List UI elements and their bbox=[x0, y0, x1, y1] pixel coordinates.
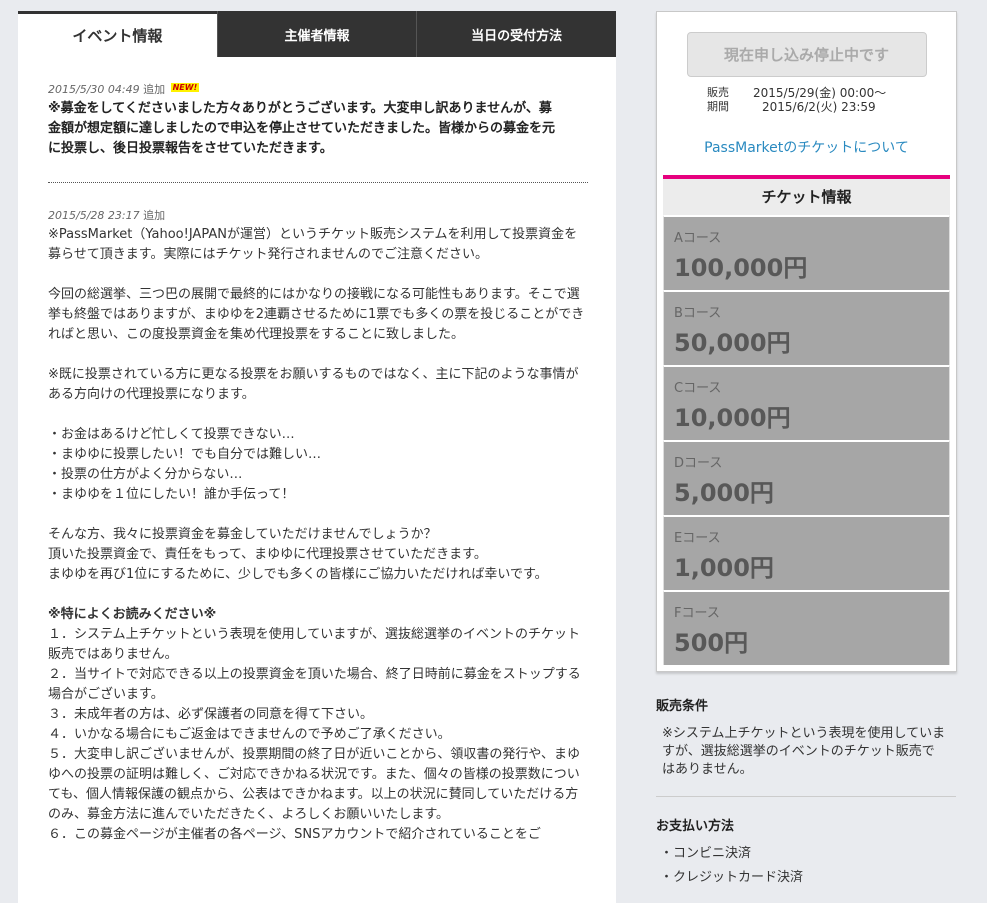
update-notice: ※募金をしてくださいました方々ありがとうございます。大変申し訳ありませんが、募金… bbox=[48, 101, 556, 156]
tab-bar: イベント情報 主催者情報 当日の受付方法 bbox=[18, 11, 616, 57]
course-card: Cコース 10,000円 bbox=[663, 365, 950, 440]
period-start: 2015/5/29(金) 00:00～ bbox=[753, 86, 887, 100]
note-item: ４．いかなる場合にもご返金はできませんので予めご了承ください。 bbox=[48, 727, 451, 742]
note-item: ５．大変申し訳ございませんが、投票期間の終了日が近いことから、領収書の発行や、ま… bbox=[48, 747, 580, 822]
post-body: ※PassMarket（Yahoo!JAPANが運営）というチケット販売システム… bbox=[48, 225, 588, 845]
sales-conditions-title: 販売条件 bbox=[656, 699, 709, 714]
paragraph: ※PassMarket（Yahoo!JAPANが運営）というチケット販売システム… bbox=[48, 227, 578, 262]
course-price: 10,000円 bbox=[674, 404, 791, 432]
notes-section: ※特によくお読みください※ １．システム上チケットという表現を使用していますが、… bbox=[48, 605, 588, 845]
sales-conditions-text: ※システム上チケットという表現を使用していますが、選抜総選挙のイベントのチケット… bbox=[662, 726, 946, 777]
course-price: 50,000円 bbox=[674, 329, 791, 357]
course-name: Fコース bbox=[674, 606, 720, 621]
application-stopped-button[interactable]: 現在申し込み停止中です bbox=[686, 32, 927, 77]
new-badge: NEW! bbox=[170, 83, 200, 92]
course-card: Eコース 1,000円 bbox=[663, 515, 950, 590]
text-line: 頂いた投票資金で、責任をもって、まゆゆに代理投票させていただきます。 bbox=[48, 547, 487, 562]
payment-method-item: ・コンビニ決済 bbox=[660, 846, 752, 861]
passmarket-ticket-link[interactable]: PassMarketのチケットについて bbox=[657, 137, 956, 157]
sidebar: 現在申し込み停止中です 販売 期間 2015/5/29(金) 00:00～ 20… bbox=[656, 11, 957, 890]
paragraph: 今回の総選挙、三つ巴の展開で最終的にはかなりの接戦になる可能性もあります。そこで… bbox=[48, 287, 585, 342]
post-suffix: 追加 bbox=[143, 209, 166, 222]
post-meta: 2015/5/28 23:17 追加 bbox=[48, 207, 586, 223]
payment-method-item: ・クレジットカード決済 bbox=[660, 870, 804, 885]
post-meta: 2015/5/30 04:49 追加 NEW! bbox=[48, 81, 586, 97]
course-price: 500円 bbox=[674, 629, 749, 657]
note-item: １．システム上チケットという表現を使用していますが、選抜総選挙のイベントのチケッ… bbox=[48, 627, 580, 662]
bullet-list: ・お金はあるけど忙しくて投票できない… ・まゆゆに投票したい！でも自分では難しい… bbox=[48, 425, 588, 505]
course-price: 5,000円 bbox=[674, 479, 774, 507]
list-item: ・まゆゆに投票したい！でも自分では難しい… bbox=[48, 447, 322, 462]
course-price: 100,000円 bbox=[674, 254, 808, 282]
course-name: Dコース bbox=[674, 456, 723, 471]
note-item: ２．当サイトで対応できる以上の投票資金を頂いた場合、終了日時前に募金をストップす… bbox=[48, 667, 581, 702]
post-date: 2015/5/30 04:49 bbox=[48, 83, 140, 96]
event-content: 2015/5/30 04:49 追加 NEW! ※募金をしてくださいました方々あ… bbox=[18, 57, 616, 845]
period-label-line: 期間 bbox=[707, 100, 729, 113]
course-card: Aコース 100,000円 bbox=[663, 215, 950, 290]
ticket-info: チケット情報 Aコース 100,000円 Bコース 50,000円 Cコース 1… bbox=[663, 175, 950, 665]
course-name: Bコース bbox=[674, 306, 722, 321]
list-item: ・お金はあるけど忙しくて投票できない… bbox=[48, 427, 295, 442]
payment-methods-title: お支払い方法 bbox=[656, 819, 735, 834]
note-item: ６．この募金ページが主催者の各ページ、SNSアカウントで紹介されていることをご bbox=[48, 827, 541, 842]
notes-heading: ※特によくお読みください※ bbox=[48, 607, 217, 622]
paragraph: ※既に投票されている方に更なる投票をお願いするものではなく、主に下記のような事情… bbox=[48, 367, 579, 402]
course-card: Dコース 5,000円 bbox=[663, 440, 950, 515]
course-name: Eコース bbox=[674, 531, 721, 546]
period-end: 2015/6/2(火) 23:59 bbox=[762, 100, 876, 114]
course-name: Aコース bbox=[674, 231, 722, 246]
sales-period-label: 販売 期間 bbox=[707, 86, 753, 114]
text-line: まゆゆを再び1位にするために、少しでも多くの皆様にご協力いただければ幸いです。 bbox=[48, 567, 548, 582]
course-price: 1,000円 bbox=[674, 554, 774, 582]
list-item: ・まゆゆを１位にしたい！誰か手伝って！ bbox=[48, 487, 295, 502]
period-label-line: 販売 bbox=[707, 86, 729, 99]
post-suffix: 追加 bbox=[143, 83, 166, 96]
sales-period-values: 2015/5/29(金) 00:00～ 2015/6/2(火) 23:59 bbox=[753, 86, 886, 114]
tab-reception-method[interactable]: 当日の受付方法 bbox=[416, 11, 616, 57]
payment-methods-list: ・コンビニ決済 ・クレジットカード決済 bbox=[656, 842, 957, 890]
course-card: Bコース 50,000円 bbox=[663, 290, 950, 365]
sidebar-divider bbox=[656, 796, 956, 797]
course-card: Fコース 500円 bbox=[663, 590, 950, 665]
tab-organizer-info[interactable]: 主催者情報 bbox=[216, 11, 417, 57]
text-line: そんな方、我々に投票資金を募金していただけませんでしょうか？ bbox=[48, 527, 437, 542]
sales-period: 販売 期間 2015/5/29(金) 00:00～ 2015/6/2(火) 23… bbox=[707, 86, 956, 114]
post-date: 2015/5/28 23:17 bbox=[48, 209, 140, 222]
post-divider bbox=[48, 182, 588, 183]
ticket-box: 現在申し込み停止中です 販売 期間 2015/5/29(金) 00:00～ 20… bbox=[656, 11, 957, 672]
main-panel: イベント情報 主催者情報 当日の受付方法 2015/5/30 04:49 追加 … bbox=[18, 11, 616, 903]
ticket-info-title: チケット情報 bbox=[663, 179, 950, 215]
list-item: ・投票の仕方がよく分からない… bbox=[48, 467, 243, 482]
paragraph: そんな方、我々に投票資金を募金していただけませんでしょうか？ 頂いた投票資金で、… bbox=[48, 525, 588, 585]
note-item: ３．未成年者の方は、必ず保護者の同意を得て下さい。 bbox=[48, 707, 374, 722]
tab-event-info[interactable]: イベント情報 bbox=[18, 11, 217, 57]
course-name: Cコース bbox=[674, 381, 722, 396]
